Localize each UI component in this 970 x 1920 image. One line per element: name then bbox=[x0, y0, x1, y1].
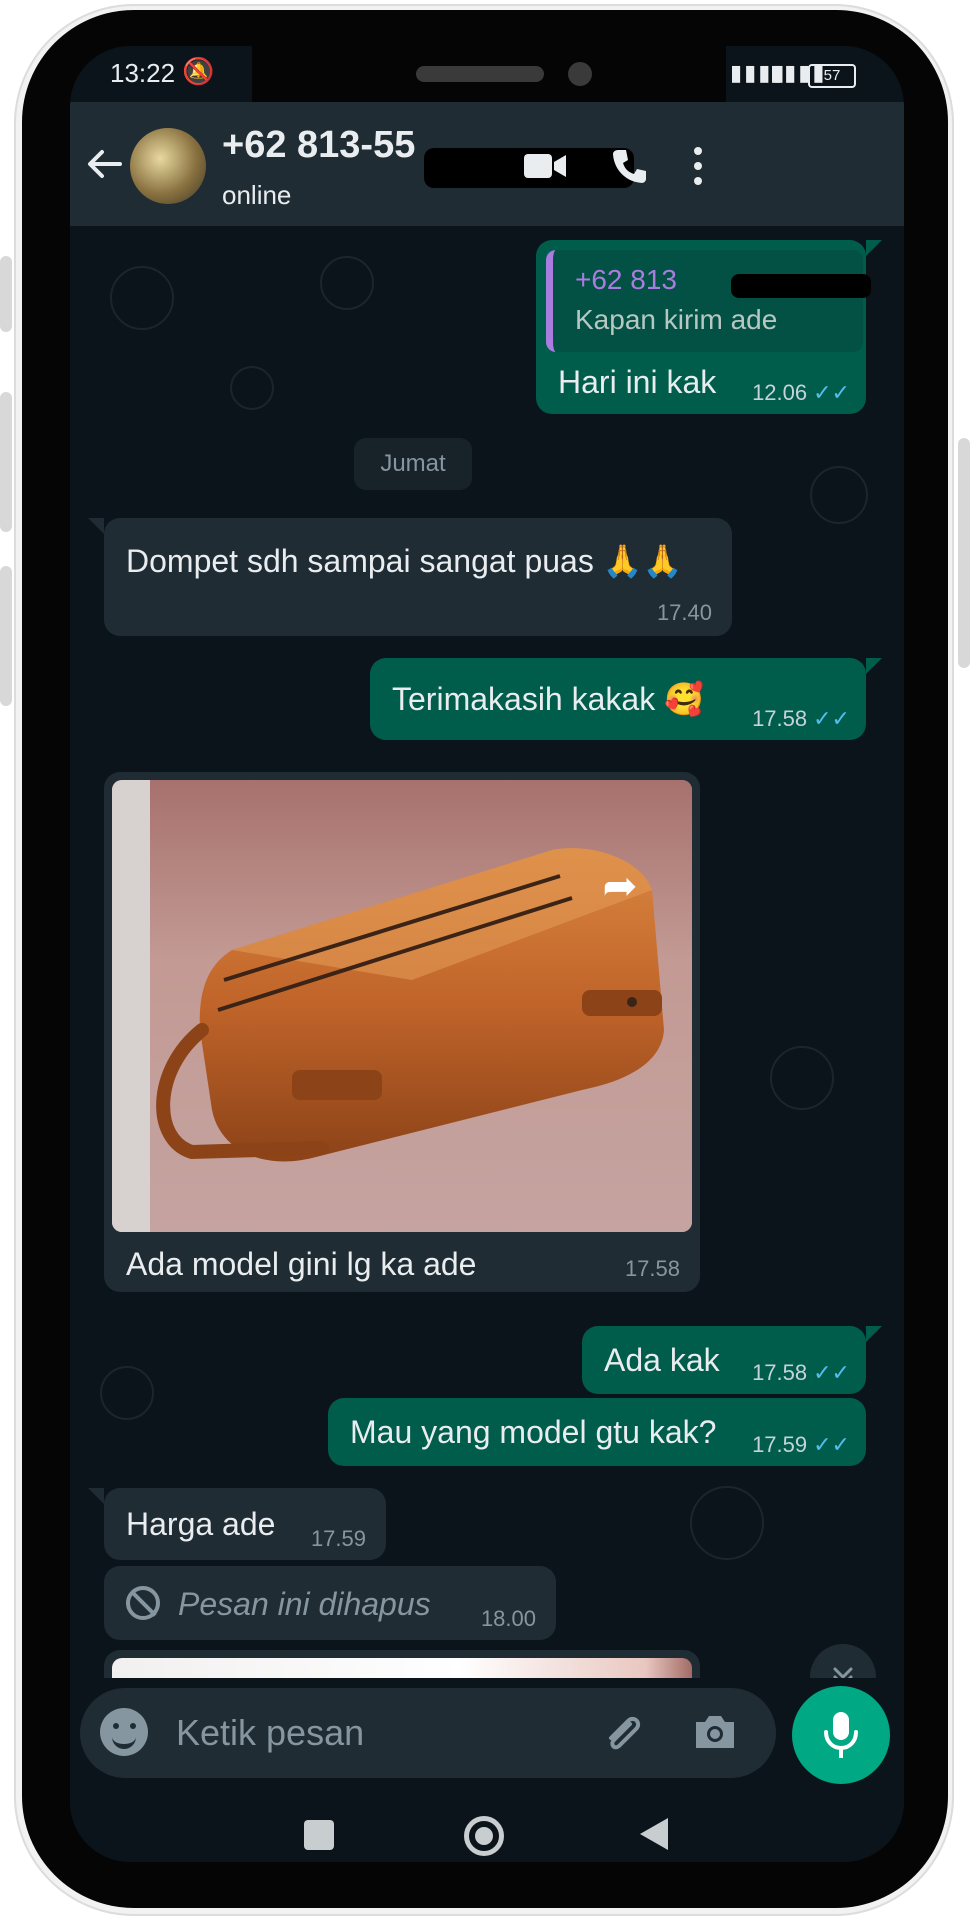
front-camera bbox=[568, 62, 592, 86]
avatar[interactable] bbox=[130, 128, 206, 204]
camera-icon[interactable] bbox=[692, 1712, 738, 1752]
leather-bag-photo bbox=[112, 780, 692, 1232]
outgoing-message[interactable]: +62 813 Kapan kirim ade Hari ini kak 12.… bbox=[536, 240, 871, 414]
message-text: Terimakasih kakak 🥰 bbox=[392, 681, 704, 717]
quoted-message[interactable]: +62 813 Kapan kirim ade bbox=[546, 250, 871, 352]
side-button bbox=[0, 566, 12, 706]
forward-icon[interactable]: ➦ bbox=[588, 854, 652, 918]
status-time: 13:22 bbox=[110, 58, 176, 88]
message-text: Dompet sdh sampai sangat puas 🙏🙏 bbox=[126, 543, 683, 579]
read-ticks-icon: ✓✓ bbox=[813, 706, 850, 731]
message-text: Mau yang model gtu kak? bbox=[350, 1414, 717, 1450]
message-meta: 17.59 ✓✓ bbox=[752, 1432, 850, 1458]
wallpaper-doodle bbox=[100, 1366, 154, 1420]
back-nav-button[interactable] bbox=[638, 1816, 670, 1852]
contact-status: online bbox=[222, 180, 292, 210]
wallpaper-doodle bbox=[690, 1486, 764, 1560]
message-time: 17.59 bbox=[752, 1432, 808, 1457]
microphone-button[interactable] bbox=[792, 1686, 890, 1784]
message-photo[interactable] bbox=[112, 780, 692, 1232]
message-input[interactable]: Ketik pesan bbox=[80, 1688, 776, 1778]
message-time: 17.58 bbox=[752, 1360, 808, 1385]
chat-header: +62 813-55 online bbox=[70, 102, 904, 226]
read-ticks-icon: ✓✓ bbox=[813, 380, 850, 405]
message-meta: 17.58 ✓✓ bbox=[752, 706, 850, 732]
bubble-tail bbox=[866, 1326, 882, 1342]
date-separator: Jumat bbox=[354, 438, 472, 490]
message-text: Harga ade bbox=[126, 1506, 276, 1542]
system-nav-bar bbox=[70, 1788, 904, 1862]
speaker bbox=[416, 66, 544, 82]
wallpaper-doodle bbox=[320, 256, 374, 310]
mute-icon: 🔕 bbox=[182, 56, 215, 86]
side-button bbox=[0, 392, 12, 532]
deleted-message[interactable]: Pesan ini dihapus 18.00 bbox=[104, 1566, 556, 1640]
message-meta: 17.58 ✓✓ bbox=[752, 1360, 850, 1386]
contact-name[interactable]: +62 813-55 bbox=[222, 124, 415, 167]
message-text: Pesan ini dihapus bbox=[178, 1586, 431, 1622]
home-button[interactable] bbox=[464, 1816, 504, 1856]
message-time: 17.40 bbox=[656, 600, 712, 625]
bubble-tail bbox=[866, 240, 882, 256]
outgoing-message[interactable]: Mau yang model gtu kak? 17.59 ✓✓ bbox=[328, 1398, 866, 1466]
incoming-message[interactable]: Dompet sdh sampai sangat puas 🙏🙏 17.40 bbox=[104, 518, 732, 636]
redaction-mark bbox=[731, 274, 871, 298]
microphone-icon bbox=[824, 1712, 858, 1758]
wallpaper-doodle bbox=[770, 1046, 834, 1110]
bubble-tail bbox=[866, 658, 882, 674]
outgoing-message[interactable]: Terimakasih kakak 🥰 17.58 ✓✓ bbox=[370, 658, 866, 740]
voice-call-icon[interactable] bbox=[610, 146, 650, 186]
message-composer: Ketik pesan bbox=[70, 1678, 904, 1788]
wallpaper-doodle bbox=[110, 266, 174, 330]
deleted-icon bbox=[126, 1586, 160, 1620]
chat-area[interactable]: +62 813 Kapan kirim ade Hari ini kak 12.… bbox=[70, 226, 904, 1756]
message-text: Hari ini kak bbox=[558, 364, 717, 400]
message-time: 17.58 bbox=[752, 706, 808, 731]
home-dot bbox=[475, 1827, 493, 1845]
outgoing-message[interactable]: Ada kak 17.58 ✓✓ bbox=[582, 1326, 866, 1394]
message-text: Ada model gini lg ka ade bbox=[126, 1246, 477, 1282]
wallpaper-doodle bbox=[810, 466, 868, 524]
battery-icon: 57 bbox=[808, 64, 856, 88]
side-button bbox=[0, 256, 12, 332]
more-options-icon[interactable] bbox=[692, 146, 704, 186]
video-call-icon[interactable] bbox=[524, 150, 568, 182]
message-time: 17.59 bbox=[310, 1526, 366, 1551]
attachment-icon[interactable] bbox=[600, 1710, 646, 1756]
read-ticks-icon: ✓✓ bbox=[813, 1432, 850, 1457]
message-time: 12.06 bbox=[752, 380, 808, 405]
emoji-icon[interactable] bbox=[100, 1708, 148, 1756]
bubble-tail bbox=[88, 518, 104, 534]
incoming-message[interactable]: Harga ade 17.59 bbox=[104, 1488, 386, 1560]
phone-screen: 13:22 🔕 ▮▮▮▮ ▮▮▮▮ 57 +62 813-55 online +… bbox=[70, 46, 904, 1862]
quoted-sender: +62 813 bbox=[575, 264, 677, 295]
side-button bbox=[958, 438, 970, 668]
message-time: 18.00 bbox=[480, 1606, 536, 1631]
bubble-tail bbox=[88, 1488, 104, 1504]
quoted-text: Kapan kirim ade bbox=[575, 304, 778, 335]
message-meta: 12.06 ✓✓ bbox=[752, 380, 850, 406]
read-ticks-icon: ✓✓ bbox=[813, 1360, 850, 1385]
wallpaper-doodle bbox=[230, 366, 274, 410]
back-arrow-icon[interactable] bbox=[84, 144, 124, 184]
message-text: Ada kak bbox=[604, 1342, 720, 1378]
message-time: 17.58 bbox=[624, 1256, 680, 1281]
incoming-image-message[interactable]: Ada model gini lg ka ade 17.58 bbox=[104, 772, 700, 1292]
recent-apps-button[interactable] bbox=[304, 1820, 334, 1850]
input-placeholder: Ketik pesan bbox=[176, 1712, 365, 1753]
